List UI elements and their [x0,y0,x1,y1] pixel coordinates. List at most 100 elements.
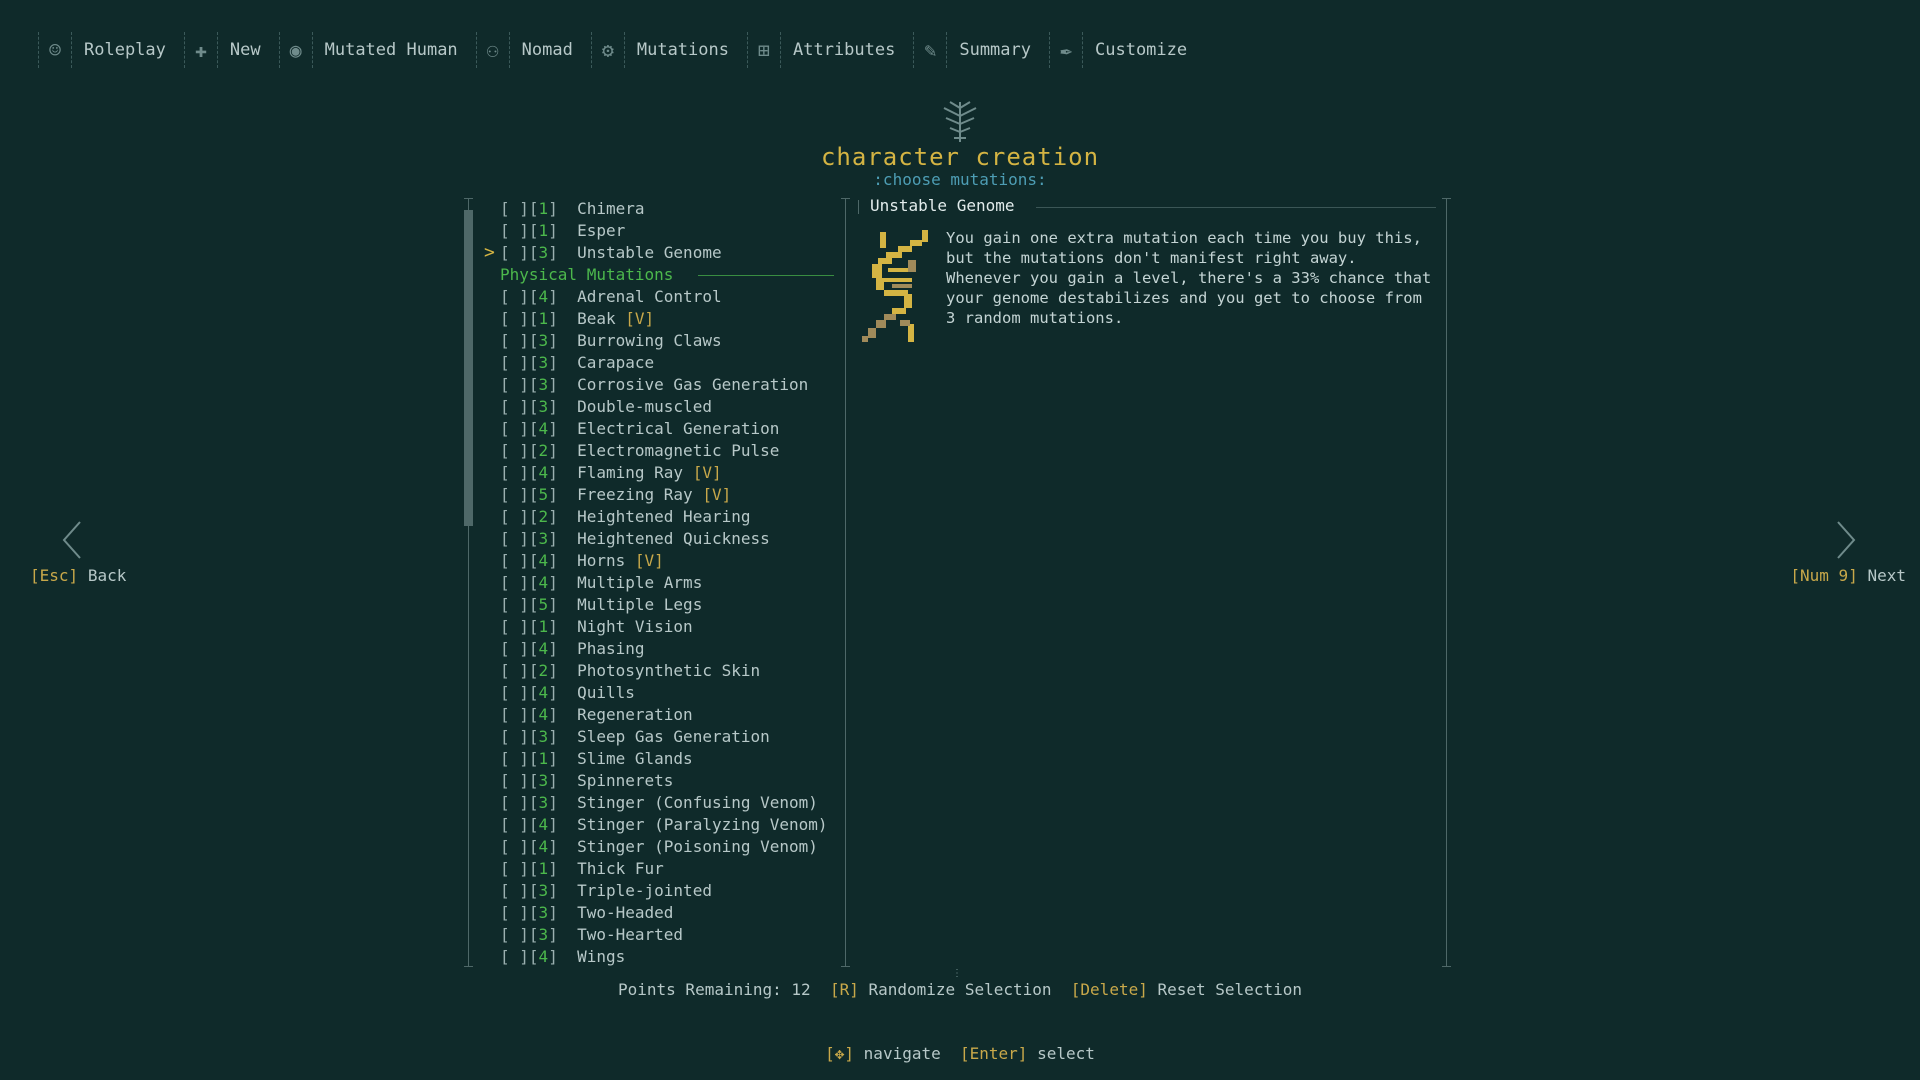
mutation-row[interactable]: [ ][3] Double-muscled [500,396,840,418]
mutation-row[interactable]: [ ][1] Beak [V] [500,308,840,330]
mutation-row[interactable]: [ ][4] Wings [500,946,840,968]
mutation-row[interactable]: [ ][3] Triple-jointed [500,880,840,902]
cost-bracket-open: [ [528,529,539,548]
checkbox: [ ] [500,947,529,966]
mutation-cost: 3 [538,881,549,900]
dna-helix-icon [862,230,928,342]
cost-bracket-close: ] [548,903,558,922]
mutation-cost: 3 [538,771,549,790]
cost-bracket-close: ] [548,859,558,878]
mutation-row[interactable]: [ ][4] Stinger (Paralyzing Venom) [500,814,840,836]
mutation-row[interactable]: [ ][1] Night Vision [500,616,840,638]
mutation-row-unstable-genome[interactable]: [ ][3] Unstable Genome [500,242,840,264]
checkbox: [ ] [500,903,529,922]
cost-bracket-close: ] [548,771,558,790]
mutation-row[interactable]: [ ][4] Multiple Arms [500,572,840,594]
back-button[interactable]: [Esc] Back [30,566,126,585]
cost-bracket-open: [ [528,881,539,900]
cost-bracket-open: [ [528,375,539,394]
nav-roleplay[interactable]: ☺ Roleplay [38,32,166,68]
nav-attributes[interactable]: ⊞ Attributes [746,32,895,68]
mutation-name: Corrosive Gas Generation [577,375,809,394]
mutation-cost: 4 [538,419,549,438]
mutation-cost: 3 [538,353,549,372]
mutation-row[interactable]: [ ][4] Stinger (Poisoning Venom) [500,836,840,858]
mutation-cost: 5 [538,595,549,614]
cost-bracket-open: [ [528,903,539,922]
mutation-cost: 4 [538,705,549,724]
nav-nomad[interactable]: ⚇ Nomad [475,32,573,68]
mutation-name: Photosynthetic Skin [577,661,761,680]
cost-bracket-open: [ [528,925,539,944]
mutation-cost: 1 [538,309,549,328]
mutation-name: Burrowing Claws [577,331,722,350]
randomize-button[interactable]: [R] Randomize Selection [830,980,1052,999]
nav-mutations[interactable]: ⚙ Mutations [590,32,729,68]
mutation-name: Esper [577,221,626,240]
checkbox: [ ] [500,573,529,592]
nav-label: New [229,40,261,60]
cost-bracket-open: [ [528,485,539,504]
checkbox: [ ] [500,463,529,482]
mutation-row-chimera[interactable]: [ ][1] Chimera [500,198,840,220]
mutation-cost: 4 [538,837,549,856]
list-scrollbar[interactable] [464,210,473,526]
plus-icon: ✚ [183,32,218,68]
mutation-row[interactable]: [ ][5] Freezing Ray [V] [500,484,840,506]
mutation-name: Stinger (Confusing Venom) [577,793,818,812]
mutation-row[interactable]: [ ][4] Adrenal Control [500,286,840,308]
mutation-row[interactable]: [ ][4] Regeneration [500,704,840,726]
mutation-row[interactable]: [ ][4] Flaming Ray [V] [500,462,840,484]
mutation-row[interactable]: [ ][2] Photosynthetic Skin [500,660,840,682]
mutation-name: Electromagnetic Pulse [577,441,780,460]
variant-badge: [V] [625,309,655,328]
mutation-row[interactable]: [ ][4] Phasing [500,638,840,660]
checkbox: [ ] [500,397,529,416]
desc-title-rule [1036,207,1436,208]
cost-bracket-close: ] [548,463,558,482]
mutation-row[interactable]: [ ][3] Spinnerets [500,770,840,792]
mutation-row[interactable]: [ ][3] Carapace [500,352,840,374]
mutation-row[interactable]: [ ][2] Electromagnetic Pulse [500,440,840,462]
nav-mutated-human[interactable]: ◉ Mutated Human [278,32,458,68]
cost-bracket-close: ] [548,419,558,438]
checkbox: [ ] [500,617,529,636]
mutation-row[interactable]: [ ][3] Sleep Gas Generation [500,726,840,748]
mutation-row-esper[interactable]: [ ][1] Esper [500,220,840,242]
checkbox: [ ] [500,485,529,504]
mutation-list: [ ][1] Chimera [ ][1] Esper [ ][3] Unsta… [500,198,840,968]
mutation-row[interactable]: [ ][1] Slime Glands [500,748,840,770]
mutation-row[interactable]: [ ][3] Heightened Quickness [500,528,840,550]
navigate-key-close: ] [844,1044,855,1063]
mutation-row[interactable]: [ ][4] Electrical Generation [500,418,840,440]
cost-bracket-close: ] [548,441,558,460]
cost-bracket-open: [ [528,397,539,416]
mutation-row[interactable]: [ ][3] Corrosive Gas Generation [500,374,840,396]
mutation-row[interactable]: [ ][2] Heightened Hearing [500,506,840,528]
nav-customize[interactable]: ✒ Customize [1049,32,1187,68]
mutation-row[interactable]: [ ][3] Burrowing Claws [500,330,840,352]
mutation-row[interactable]: [ ][3] Two-Hearted [500,924,840,946]
mutation-row[interactable]: [ ][1] Thick Fur [500,858,840,880]
nav-new[interactable]: ✚ New [183,32,261,68]
back-arrow-icon[interactable] [62,520,82,560]
back-key: [Esc] [30,566,79,585]
cost-bracket-open: [ [528,661,539,680]
panel-divider [845,198,846,966]
cost-bracket-open: [ [528,309,539,328]
section-rule [698,275,834,276]
mutation-row[interactable]: [ ][5] Multiple Legs [500,594,840,616]
reset-button[interactable]: [Delete] Reset Selection [1071,980,1302,999]
cost-bracket-open: [ [528,573,539,592]
mutation-name: Adrenal Control [577,287,722,306]
mutation-row[interactable]: [ ][4] Quills [500,682,840,704]
mutation-row[interactable]: [ ][3] Two-Headed [500,902,840,924]
next-button[interactable]: [Num 9] Next [1790,566,1906,585]
mutation-row[interactable]: [ ][4] Horns [V] [500,550,840,572]
checkbox: [ ] [500,859,529,878]
next-arrow-icon[interactable] [1836,520,1856,560]
mutation-cost: 3 [538,727,549,746]
mutation-row[interactable]: [ ][3] Stinger (Confusing Venom) [500,792,840,814]
cost-bracket-close: ] [548,309,558,328]
nav-summary[interactable]: ✎ Summary [913,32,1031,68]
